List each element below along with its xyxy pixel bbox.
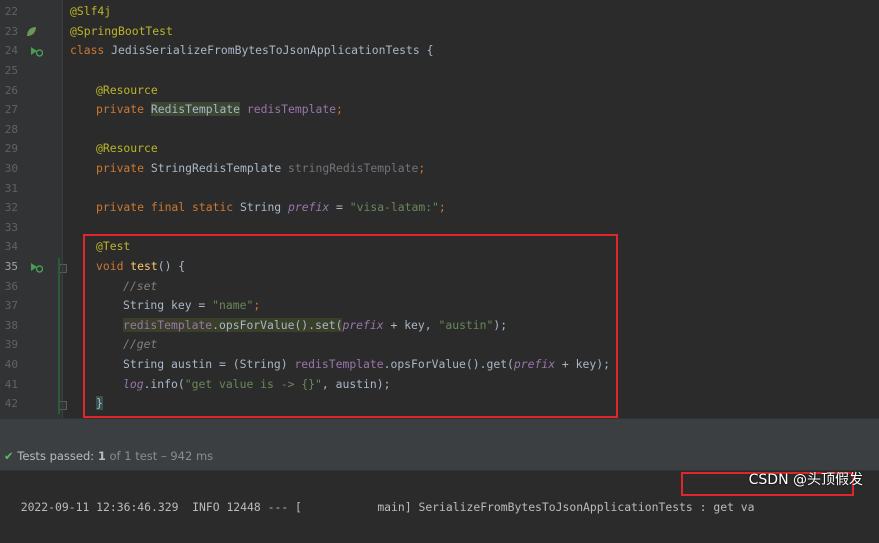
line-number: 22 bbox=[4, 5, 18, 18]
semicolon: ; bbox=[438, 200, 446, 214]
run-class-icon[interactable] bbox=[30, 45, 44, 60]
type-name: StringRedisTemplate bbox=[150, 161, 282, 175]
keyword: private bbox=[96, 102, 145, 116]
keyword: private bbox=[96, 161, 145, 175]
line-number: 42 bbox=[4, 397, 18, 410]
field-name: prefix bbox=[288, 200, 330, 214]
type-name: String bbox=[240, 200, 282, 214]
field-name: stringRedisTemplate bbox=[288, 161, 419, 175]
panel-divider[interactable] bbox=[0, 418, 879, 444]
field-name: redisTemplate bbox=[246, 102, 337, 116]
check-icon: ✔ bbox=[4, 449, 14, 463]
code-line-27[interactable]: private RedisTemplate redisTemplate; bbox=[96, 100, 343, 119]
annotation: @SpringBootTest bbox=[70, 24, 173, 38]
string-literal: "visa-latam:" bbox=[349, 200, 439, 214]
gutter-divider bbox=[62, 0, 63, 443]
line-number: 31 bbox=[4, 182, 18, 195]
annotation: @Resource bbox=[96, 83, 158, 97]
code-line-29[interactable]: @Resource bbox=[96, 139, 158, 158]
class-name: JedisSerializeFromBytesToJsonApplication… bbox=[111, 43, 434, 57]
keyword: private final static bbox=[96, 200, 234, 214]
code-line-30[interactable]: private StringRedisTemplate stringRedisT… bbox=[96, 159, 425, 178]
operator: = bbox=[329, 200, 350, 214]
line-number: 27 bbox=[4, 103, 18, 116]
tests-detail: of 1 test – 942 ms bbox=[109, 449, 214, 463]
line-number: 36 bbox=[4, 280, 18, 293]
line-number: 41 bbox=[4, 378, 18, 391]
tests-count: 1 bbox=[97, 449, 106, 463]
line-number: 29 bbox=[4, 142, 18, 155]
line-number: 38 bbox=[4, 319, 18, 332]
code-line-22[interactable]: @Slf4j bbox=[70, 2, 111, 21]
line-number: 24 bbox=[4, 44, 18, 57]
highlight-box bbox=[83, 234, 618, 418]
spring-bean-icon[interactable] bbox=[25, 26, 37, 41]
annotation: @Resource bbox=[96, 141, 158, 155]
code-line-32[interactable]: private final static String prefix = "vi… bbox=[96, 198, 446, 217]
test-status-bar: ✔ Tests passed: 1 of 1 test – 942 ms bbox=[0, 443, 879, 470]
code-line-26[interactable]: @Resource bbox=[96, 81, 158, 100]
line-number: 30 bbox=[4, 162, 18, 175]
semicolon: ; bbox=[336, 102, 343, 116]
line-number: 28 bbox=[4, 123, 18, 136]
line-number: 40 bbox=[4, 358, 18, 371]
annotation: @Slf4j bbox=[70, 4, 112, 18]
keyword: class bbox=[70, 43, 105, 57]
line-number: 25 bbox=[4, 64, 18, 77]
run-console[interactable]: 2022-09-11 12:36:46.329 INFO 12448 --- [… bbox=[0, 470, 879, 514]
code-editor[interactable]: 22 23 24 25 26 27 28 29 30 31 32 33 34 3… bbox=[0, 0, 879, 443]
run-test-icon[interactable] bbox=[30, 261, 44, 276]
code-line-23[interactable]: @SpringBootTest bbox=[70, 22, 173, 41]
console-line: 2022-09-11 12:36:46.329 INFO 12448 --- [… bbox=[20, 500, 755, 514]
line-number: 37 bbox=[4, 299, 18, 312]
line-number: 33 bbox=[4, 221, 18, 234]
line-number: 35 bbox=[4, 260, 18, 273]
tests-status: Tests passed: bbox=[17, 449, 95, 463]
semicolon: ; bbox=[418, 161, 426, 175]
line-number: 34 bbox=[4, 240, 18, 253]
line-number: 26 bbox=[4, 84, 18, 97]
line-number: 23 bbox=[4, 25, 18, 38]
line-number: 39 bbox=[4, 338, 18, 351]
line-number: 32 bbox=[4, 201, 18, 214]
line-gutter[interactable]: 22 23 24 25 26 27 28 29 30 31 32 33 34 3… bbox=[0, 0, 67, 443]
changed-lines-marker bbox=[58, 258, 60, 414]
code-line-24[interactable]: class JedisSerializeFromBytesToJsonAppli… bbox=[70, 41, 433, 60]
watermark: CSDN @头顶假发 bbox=[748, 472, 863, 488]
type-name: RedisTemplate bbox=[150, 102, 241, 116]
